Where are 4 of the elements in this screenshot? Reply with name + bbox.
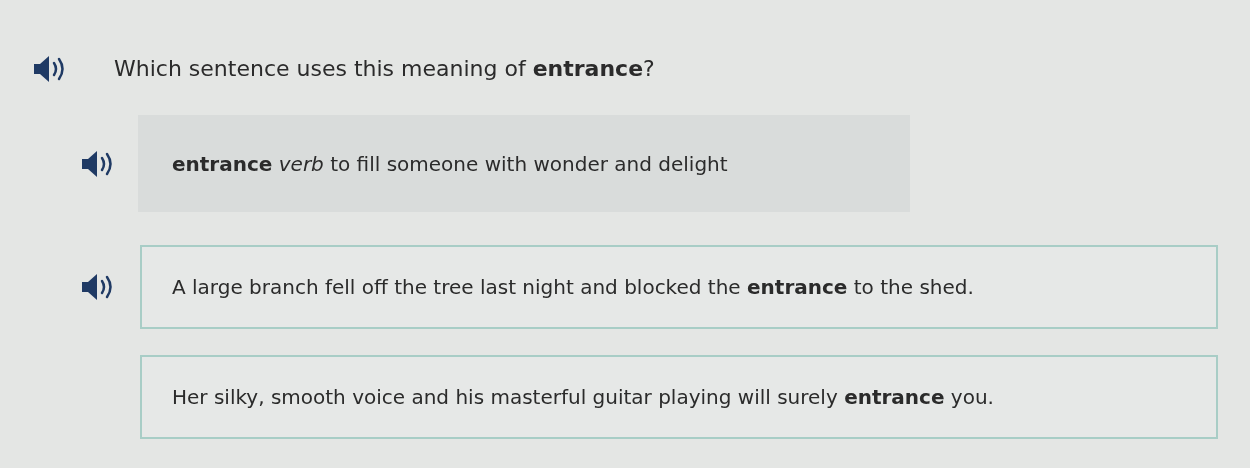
definition-text: entrance verb to fill someone with wonder and delight: [172, 150, 728, 178]
answer-option[interactable]: A large branch fell off the tree last night and blocked the entrance to the shed.: [140, 245, 1218, 329]
answer-option[interactable]: Her silky, smooth voice and his masterful guitar playing will surely entrance you.: [140, 355, 1218, 439]
question-text: Which sentence uses this meaning of entrance?: [114, 55, 655, 83]
